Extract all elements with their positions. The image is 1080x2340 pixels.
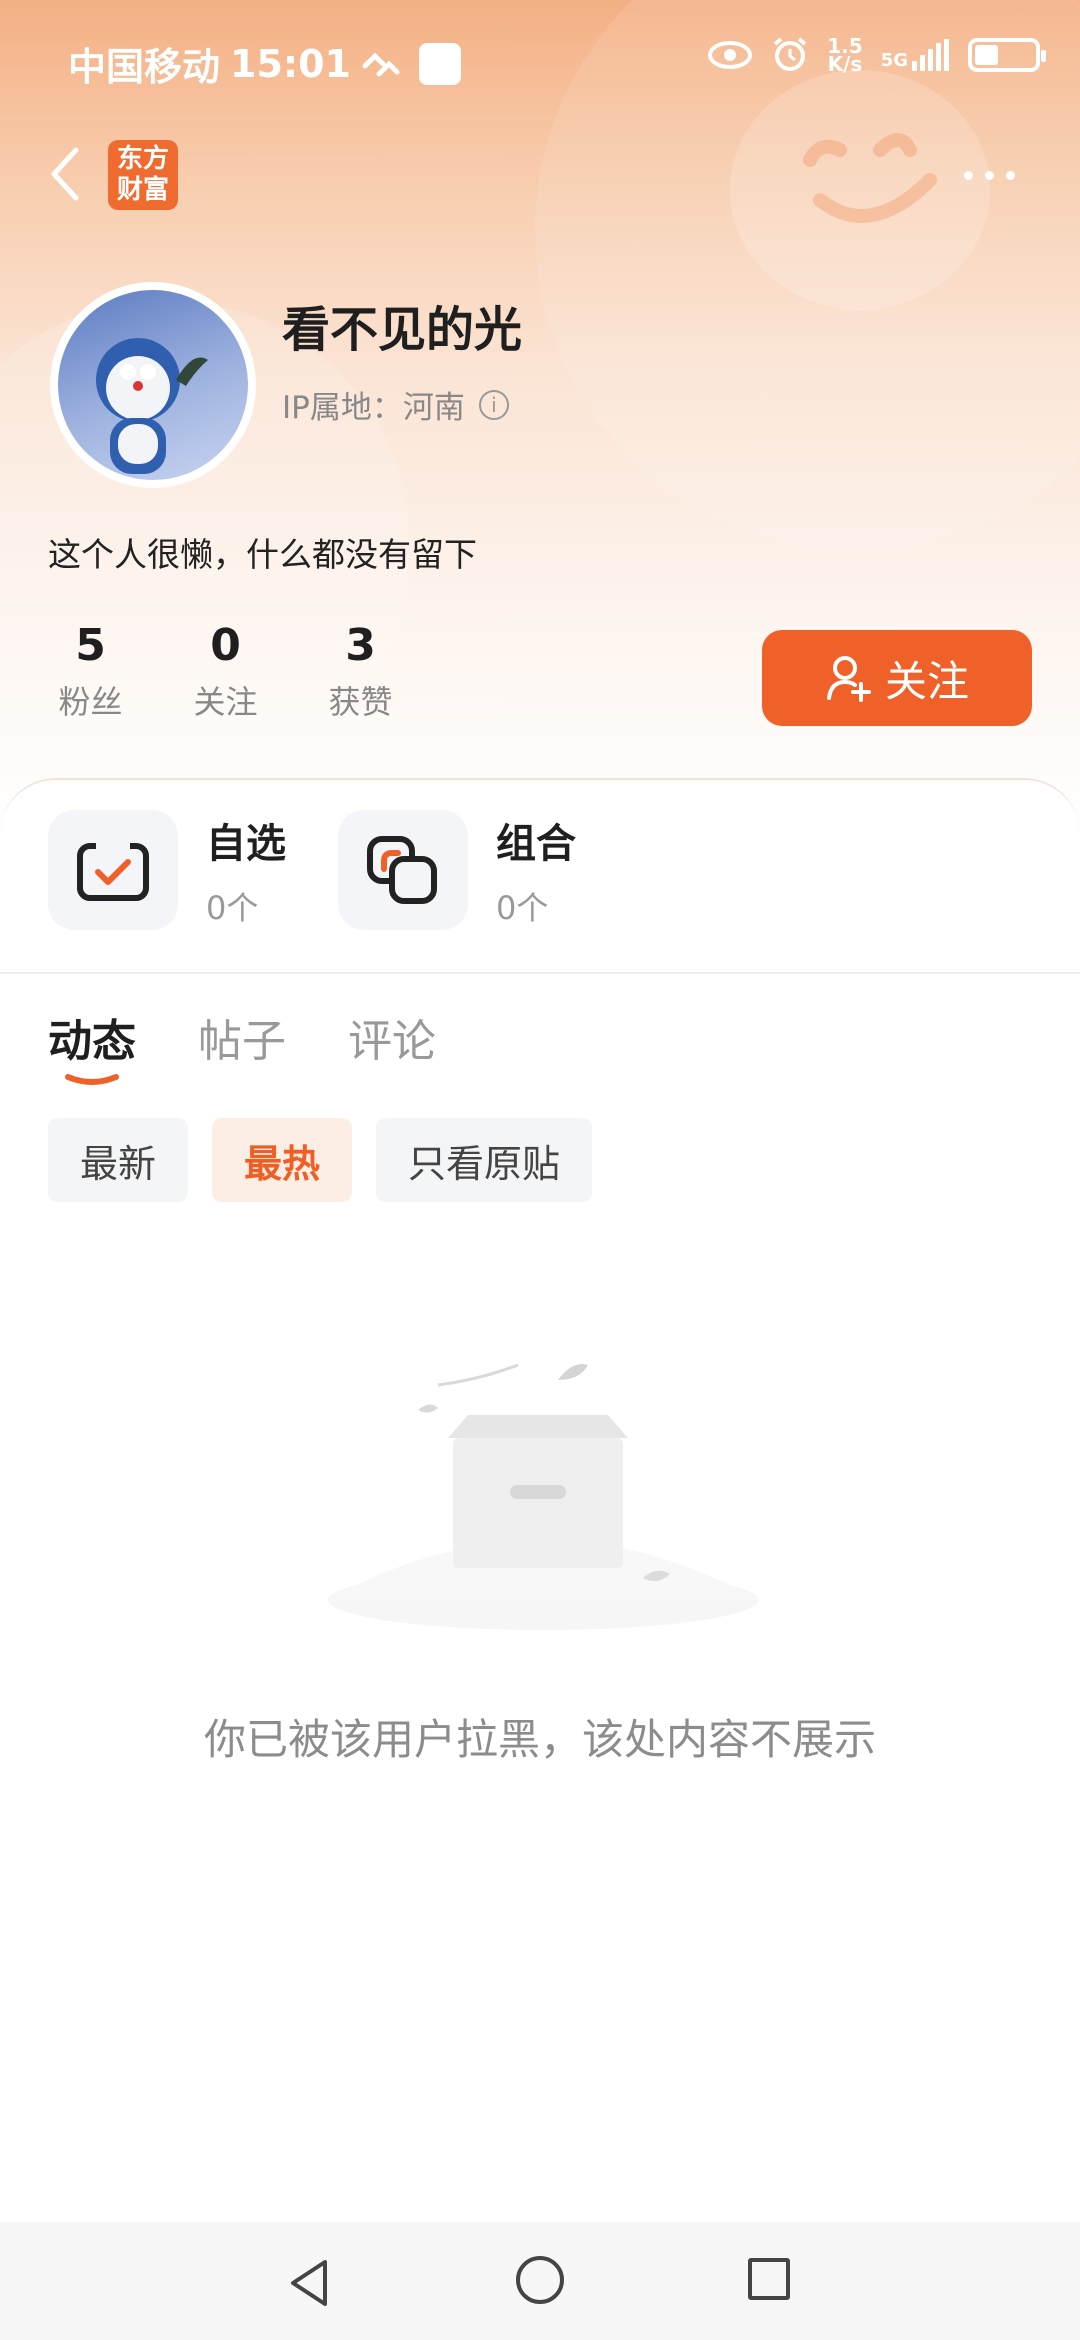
nav-recent-apps-icon[interactable] <box>748 2258 790 2300</box>
username: 看不见的光 <box>282 302 523 358</box>
stat-value: 0 <box>210 620 241 671</box>
signal-bars-icon <box>912 39 949 71</box>
empty-box-illustration <box>328 1363 758 1630</box>
tab-label: 帖子 <box>198 1016 286 1067</box>
info-icon[interactable]: i <box>478 389 509 420</box>
add-user-icon <box>826 656 871 702</box>
more-dot-icon <box>1006 170 1015 180</box>
nav-back-icon[interactable] <box>287 2258 331 2308</box>
checkbox-icon <box>48 810 178 930</box>
avatar-image <box>96 338 208 474</box>
network-type: 5G <box>880 50 908 71</box>
eye-icon <box>708 41 753 69</box>
portfolio-entry[interactable]: 组合 0个 <box>338 810 628 930</box>
net-speed-unit: K/s <box>827 52 863 76</box>
battery-fill <box>975 45 998 65</box>
profile-stats: 5 粉丝 0 关注 3 获赞 <box>48 620 433 723</box>
filter-hottest[interactable]: 最热 <box>212 1118 353 1202</box>
more-dot-icon <box>964 170 973 180</box>
logo-line-2: 财富 <box>116 175 169 205</box>
watchlist-title: 自选 <box>206 821 286 867</box>
more-options-button[interactable] <box>964 158 1028 192</box>
watchlist-entry[interactable]: 自选 0个 <box>48 810 338 930</box>
tab-active-indicator <box>65 1074 119 1085</box>
filter-latest[interactable]: 最新 <box>48 1118 189 1202</box>
app-notification-icon <box>418 42 461 85</box>
tab-label: 动态 <box>48 1016 136 1067</box>
tab-activity[interactable]: 动态 <box>48 1005 136 1085</box>
net-speed: 1.5 K/s <box>827 36 863 76</box>
content-tabs: 动态 帖子 评论 <box>48 1005 436 1085</box>
portfolio-title: 组合 <box>496 821 576 867</box>
app-logo: 东方 财富 <box>108 140 178 210</box>
battery-icon <box>968 38 1046 72</box>
logo-line-1: 东方 <box>116 144 169 174</box>
follow-button-label: 关注 <box>884 656 969 706</box>
carrier-label: 中国移动 <box>68 45 221 89</box>
stat-value: 3 <box>345 620 376 671</box>
bio-text: 这个人很懒，什么都没有留下 <box>48 535 477 574</box>
tab-posts[interactable]: 帖子 <box>198 1005 286 1069</box>
system-nav-bar <box>0 2222 1080 2340</box>
ip-location: IP属地：河南 i <box>282 382 509 427</box>
nav-home-icon[interactable] <box>516 2256 564 2304</box>
stat-label: 关注 <box>193 683 258 721</box>
stat-followers[interactable]: 5 粉丝 <box>18 620 163 723</box>
status-right: 1.5 K/s 5G <box>707 36 1046 76</box>
status-bar: 中国移动 15:01 1.5 K/s 5G <box>0 0 1080 120</box>
stat-following[interactable]: 0 关注 <box>153 620 298 723</box>
ip-location-label: IP属地：河南 <box>282 390 465 426</box>
status-left: 中国移动 15:01 <box>68 36 461 91</box>
portfolio-row: 自选 0个 组合 0个 <box>48 810 628 930</box>
watchlist-count: 0个 <box>206 889 259 927</box>
hd-link-icon <box>362 51 400 76</box>
smiley-decoration-icon <box>803 133 937 223</box>
tab-comments[interactable]: 评论 <box>348 1005 436 1069</box>
divider <box>0 972 1080 974</box>
more-dot-icon <box>985 170 994 180</box>
blocked-message: 你已被该用户拉黑，该处内容不展示 <box>203 1715 876 1764</box>
signal-indicator: 5G <box>881 39 950 71</box>
stat-label: 粉丝 <box>58 683 123 721</box>
tab-label: 评论 <box>348 1016 436 1067</box>
back-arrow-icon[interactable] <box>44 144 84 204</box>
portfolio-count: 0个 <box>496 889 549 927</box>
stat-label: 获赞 <box>328 683 393 721</box>
stat-value: 5 <box>75 620 106 671</box>
follow-button[interactable]: 关注 <box>762 630 1032 726</box>
layers-icon <box>338 810 468 930</box>
alarm-icon <box>773 37 807 71</box>
avatar[interactable] <box>50 282 256 488</box>
clock: 15:01 <box>230 41 351 86</box>
stat-likes[interactable]: 3 获赞 <box>288 620 433 723</box>
filter-chips: 最新 最热 只看原贴 <box>48 1118 593 1202</box>
filter-original-only[interactable]: 只看原贴 <box>376 1118 593 1202</box>
